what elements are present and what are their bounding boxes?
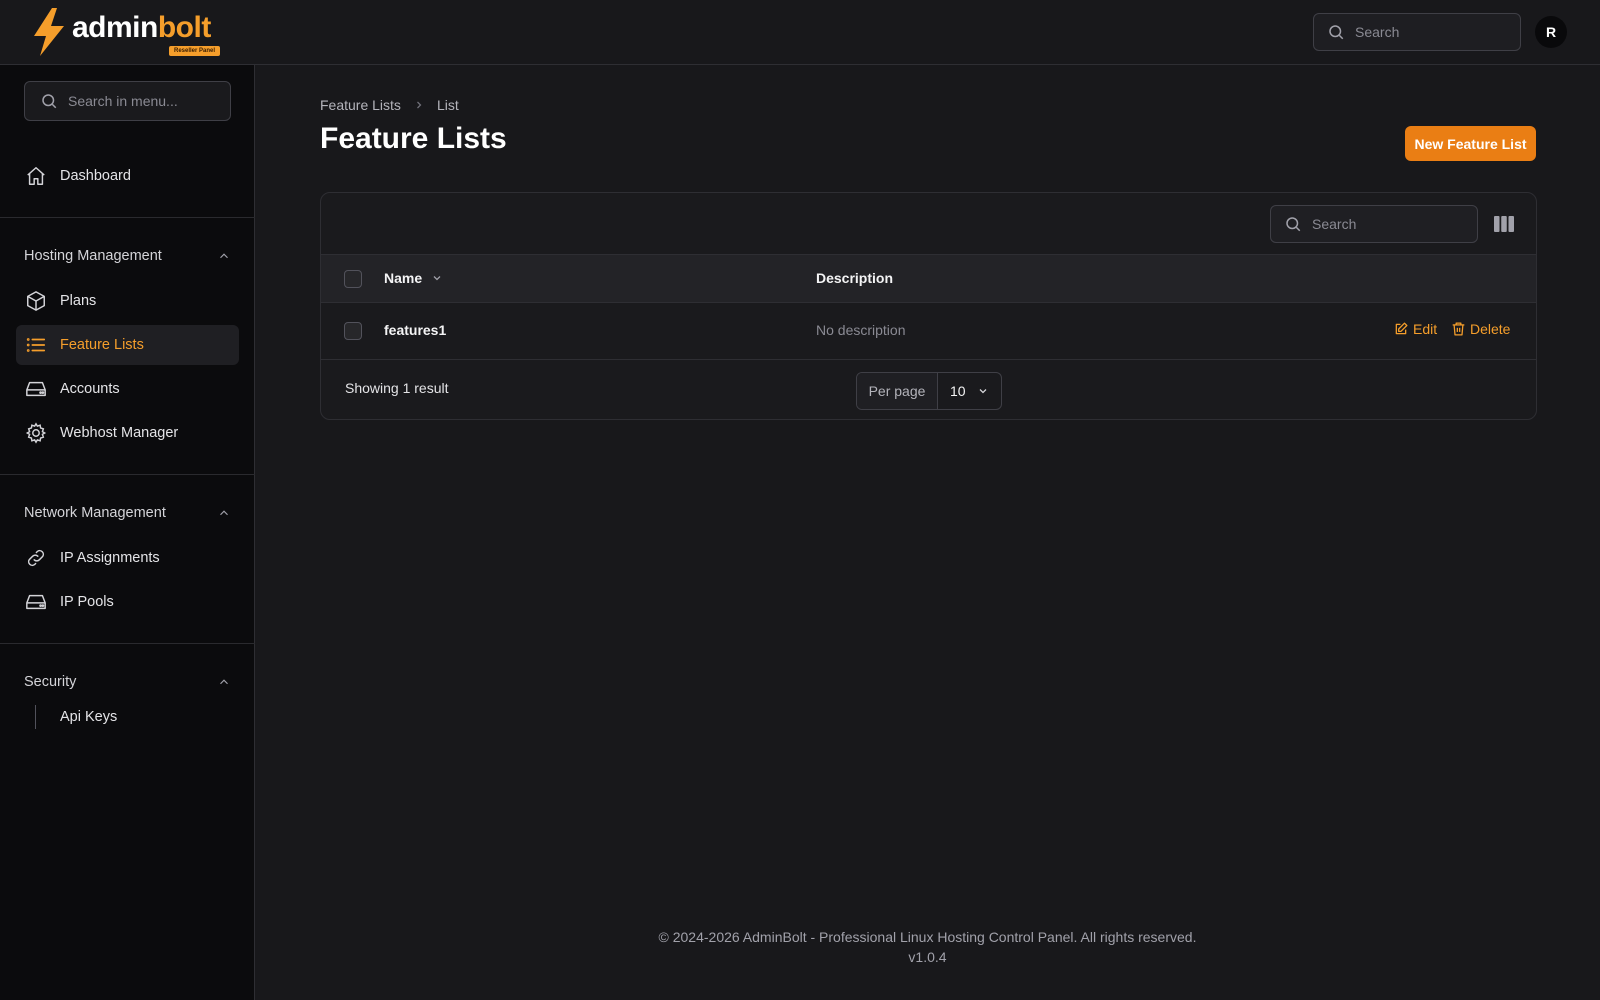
edit-icon xyxy=(1395,322,1408,335)
sidebar-divider xyxy=(0,217,255,218)
top-bar: adminbolt Reseller Panel R xyxy=(0,0,1600,65)
brand-name-part1: admin xyxy=(72,11,158,44)
footer-copyright: © 2024-2026 AdminBolt - Professional Lin… xyxy=(658,929,1197,945)
edit-action-label: Edit xyxy=(1413,321,1438,337)
chevron-up-icon xyxy=(220,253,228,259)
sidebar-item-label: Accounts xyxy=(60,381,120,397)
sidebar-item-ip-pools[interactable]: IP Pools xyxy=(16,582,239,622)
user-avatar[interactable]: R xyxy=(1535,16,1567,48)
result-count: Showing 1 result xyxy=(345,380,449,396)
select-all-checkbox[interactable] xyxy=(344,270,362,288)
column-header-label: Name xyxy=(384,270,423,286)
chevron-up-icon xyxy=(220,510,228,516)
sidebar-item-label: Plans xyxy=(60,293,97,309)
breadcrumb-current: List xyxy=(436,97,459,113)
brand-logo[interactable]: adminbolt Reseller Panel xyxy=(30,8,221,58)
global-search-input[interactable] xyxy=(1355,24,1495,40)
reseller-badge: Reseller Panel xyxy=(169,46,221,56)
chevron-down-icon xyxy=(979,389,987,394)
sidebar-item-label: Dashboard xyxy=(60,168,131,184)
sidebar-divider xyxy=(0,643,255,644)
page-title: Feature Lists xyxy=(320,122,507,155)
sidebar-item-plans[interactable]: Plans xyxy=(16,281,239,321)
cube-icon xyxy=(25,290,47,312)
sidebar-item-label: IP Assignments xyxy=(60,550,160,566)
column-header-name[interactable]: Name xyxy=(384,270,443,286)
sidebar-item-ip-assignments[interactable]: IP Assignments xyxy=(16,538,239,578)
server-icon xyxy=(25,591,47,613)
footer-version: v1.0.4 xyxy=(908,949,947,965)
sidebar-item-label: Feature Lists xyxy=(60,337,144,353)
per-page-label: Per page xyxy=(857,373,938,409)
per-page-dropdown[interactable]: 10 xyxy=(938,373,1001,409)
sidebar-item-label: IP Pools xyxy=(60,594,114,610)
feature-lists-table: Name Description features1 No descriptio… xyxy=(320,192,1537,420)
per-page-select[interactable]: Per page 10 xyxy=(856,372,1002,410)
menu-search-input[interactable] xyxy=(68,93,208,109)
breadcrumb-link[interactable]: Feature Lists xyxy=(320,97,401,113)
sidebar-item-api-keys[interactable]: Api Keys xyxy=(16,697,239,737)
home-icon xyxy=(25,165,47,187)
sidebar-item-label: Api Keys xyxy=(60,709,118,725)
table-row[interactable]: features1 No description Edit Delete xyxy=(321,303,1536,360)
cell-name: features1 xyxy=(384,322,447,338)
column-toggle-icon[interactable] xyxy=(1493,213,1515,235)
bolt-logo-icon xyxy=(34,8,64,56)
search-icon xyxy=(1329,25,1344,40)
delete-action-label: Delete xyxy=(1470,321,1511,337)
breadcrumb: Feature Lists List xyxy=(320,97,459,113)
group-title-label: Hosting Management xyxy=(24,248,162,264)
group-title-label: Security xyxy=(24,674,77,690)
search-icon xyxy=(42,94,57,109)
trash-icon xyxy=(1452,322,1465,336)
edit-action[interactable]: Edit xyxy=(1394,321,1437,337)
global-search[interactable] xyxy=(1313,13,1521,51)
per-page-value: 10 xyxy=(950,383,966,399)
link-icon xyxy=(25,547,47,569)
table-search-input[interactable] xyxy=(1312,216,1452,232)
sidebar-item-webhost-manager[interactable]: Webhost Manager xyxy=(16,413,239,453)
group-network-management[interactable]: Network Management xyxy=(24,501,231,525)
sidebar-divider xyxy=(0,474,255,475)
menu-search[interactable] xyxy=(24,81,231,121)
gear-icon xyxy=(25,422,47,444)
sidebar-item-dashboard[interactable]: Dashboard xyxy=(16,156,239,196)
sidebar-item-accounts[interactable]: Accounts xyxy=(16,369,239,409)
group-security[interactable]: Security xyxy=(24,670,231,694)
cell-description: No description xyxy=(816,322,906,338)
column-header-description: Description xyxy=(816,270,894,286)
delete-action[interactable]: Delete xyxy=(1452,321,1510,337)
row-checkbox[interactable] xyxy=(344,322,362,340)
table-header: Name Description xyxy=(321,254,1536,303)
chevron-right-icon xyxy=(413,99,425,111)
table-search[interactable] xyxy=(1270,205,1478,243)
server-icon xyxy=(25,378,47,400)
brand-name-part2: bolt xyxy=(157,11,211,44)
sidebar: Dashboard Hosting Management Plans Featu… xyxy=(0,65,255,1000)
group-hosting-management[interactable]: Hosting Management xyxy=(24,244,231,268)
chevron-up-icon xyxy=(220,679,228,685)
search-icon xyxy=(1286,217,1301,232)
sidebar-item-label: Webhost Manager xyxy=(60,425,179,441)
new-feature-list-button[interactable]: New Feature List xyxy=(1405,126,1536,161)
sidebar-item-feature-lists[interactable]: Feature Lists xyxy=(16,325,239,365)
list-icon xyxy=(25,334,47,356)
group-title-label: Network Management xyxy=(24,505,166,521)
sort-chevron-down-icon xyxy=(433,276,441,281)
brand-name: adminbolt xyxy=(72,8,211,48)
